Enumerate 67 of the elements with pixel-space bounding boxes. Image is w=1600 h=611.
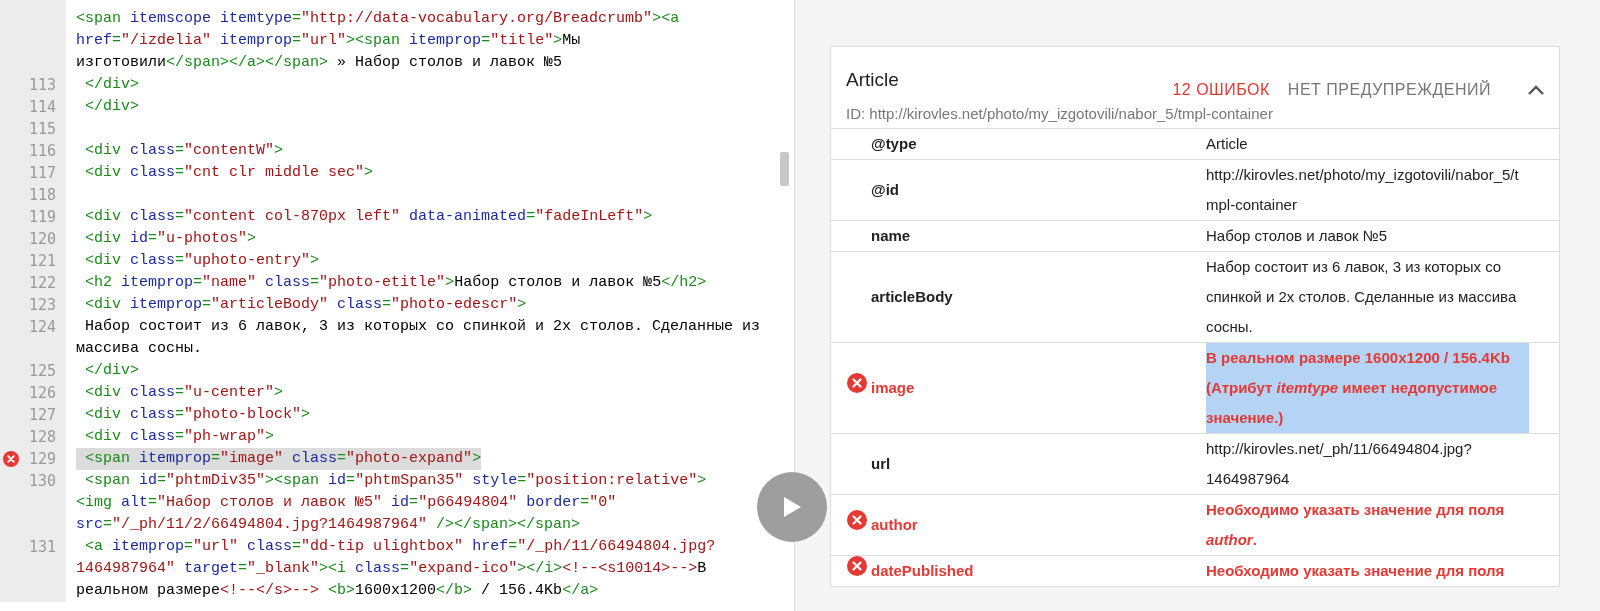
property-value: Необходимо указать значение для поля author. [1206,500,1506,550]
line-number: 122 [27,273,57,294]
line-number: 115 [27,119,57,140]
line-number: 116 [27,141,57,162]
line-number: 129 [27,449,57,470]
line-number: 125 [27,361,57,382]
code-line: <span itemscope itemtype="http://data-vocabulary.org/Breadcrumb"><a [76,10,680,27]
property-value: В реальном размере 1600x1200 / 156.4Kb (Атрибут itemtype имеет недопустимое значение.) [1206,343,1529,433]
code-line: 1464987964" target="_blank"><i class="expand-ico"></i><!--<s10014>-->В [76,560,707,577]
line-number: 114 [27,97,57,118]
line-number: 127 [27,405,57,426]
scrollbar-thumb[interactable] [780,152,789,186]
code-line: <div class="cnt clr middle sec"> [84,164,374,181]
item-id: ID: http://kirovles.net/photo/my_izgotovili/nabor_5/tmpl-container [846,105,1274,122]
code-line: <div id="u-photos"> [84,230,257,247]
property-name: @id [871,180,900,200]
property-name: articleBody [871,287,954,307]
property-value: http://kirovles.net/_ph/11/66494804.jpg?1464987964 [1206,439,1473,489]
property-name: url [871,454,892,474]
error-icon [3,451,19,467]
code-line: изготовили</span></a></span> » Набор столов и лавок №5 [76,54,563,71]
code-line: </div> [84,76,139,93]
code-line: <img alt="Набор столов и лавок №5" id="p66494804" border="0" [76,494,617,511]
line-number: 130 [27,471,57,492]
code-line: <div class="ph-wrap"> [84,428,275,445]
line-number: 126 [27,383,57,404]
line-number: 124 [27,317,57,338]
warning-count: НЕТ ПРЕДУПРЕЖДЕНИЙ [1287,81,1491,99]
item-type-title: Article [846,69,900,91]
code-line: </div> [84,98,139,115]
property-name: image [871,378,916,398]
line-number: 121 [27,251,57,272]
code-line: </div> [84,362,139,379]
code-line: <span id="phtmDiv35"><span id="phtmSpan35" style="position:relative"> [84,472,707,489]
play-icon [781,495,803,519]
line-number: 120 [27,229,57,250]
property-name: author [871,515,919,535]
property-name: @type [871,134,918,154]
property-name: name [871,226,912,246]
line-number: 118 [27,185,57,206]
code-line: href="/izdelia" itemprop="url"><span itemprop="title">Мы [76,32,581,49]
property-value: Набор состоит из 6 лавок, 3 из которых со спинкой и 2х столов. Сделанные из массива сосны. [1206,257,1518,337]
code-line: <div class="uphoto-entry"> [84,252,320,269]
code-line: <div class="contentW"> [84,142,284,159]
line-number: 117 [27,163,57,184]
line-number: 131 [27,537,57,558]
property-name: datePublished [871,561,975,581]
code-line: <a itemprop="url" class="dd-tip ulightbox" href="/_ph/11/66494804.jpg? [84,538,716,555]
error-count: 12 ОШИБОК [1172,81,1270,99]
code-line: массива сосны. [76,340,203,357]
property-value: Набор столов и лавок №5 [1206,226,1388,246]
collapse-chevron-icon[interactable] [1527,84,1545,96]
code-line: <div class="u-center"> [84,384,284,401]
line-number: 123 [27,295,57,316]
code-line: <h2 itemprop="name" class="photo-etitle">Набор столов и лавок №5</h2> [84,274,707,291]
code-line: <div itemprop="articleBody" class="photo-edescr"> [84,296,527,313]
line-number: 128 [27,427,57,448]
code-line: <div class="photo-block"> [84,406,311,423]
code-line: <div class="content col-870px left" data-animated="fadeInLeft"> [84,208,653,225]
code-line: src="/_ph/11/2/66494804.jpg?1464987964" /></span></span> [76,516,581,533]
line-number: 119 [27,207,57,228]
property-value: Необходимо указать значение для поля [1206,561,1505,581]
line-number: 113 [27,75,57,96]
property-value: Article [1206,134,1248,154]
code-line: Набор состоит из 6 лавок, 3 из которых со спинкой и 2х столов. Сделанные из [84,318,761,335]
property-value: http://kirovles.net/photo/my_izgotovili/nabor_5/tmpl-container [1206,165,1520,215]
code-line: реальном размере<!--</s>--> <b>1600x1200</b> / 156.4Kb</a> [76,582,599,599]
